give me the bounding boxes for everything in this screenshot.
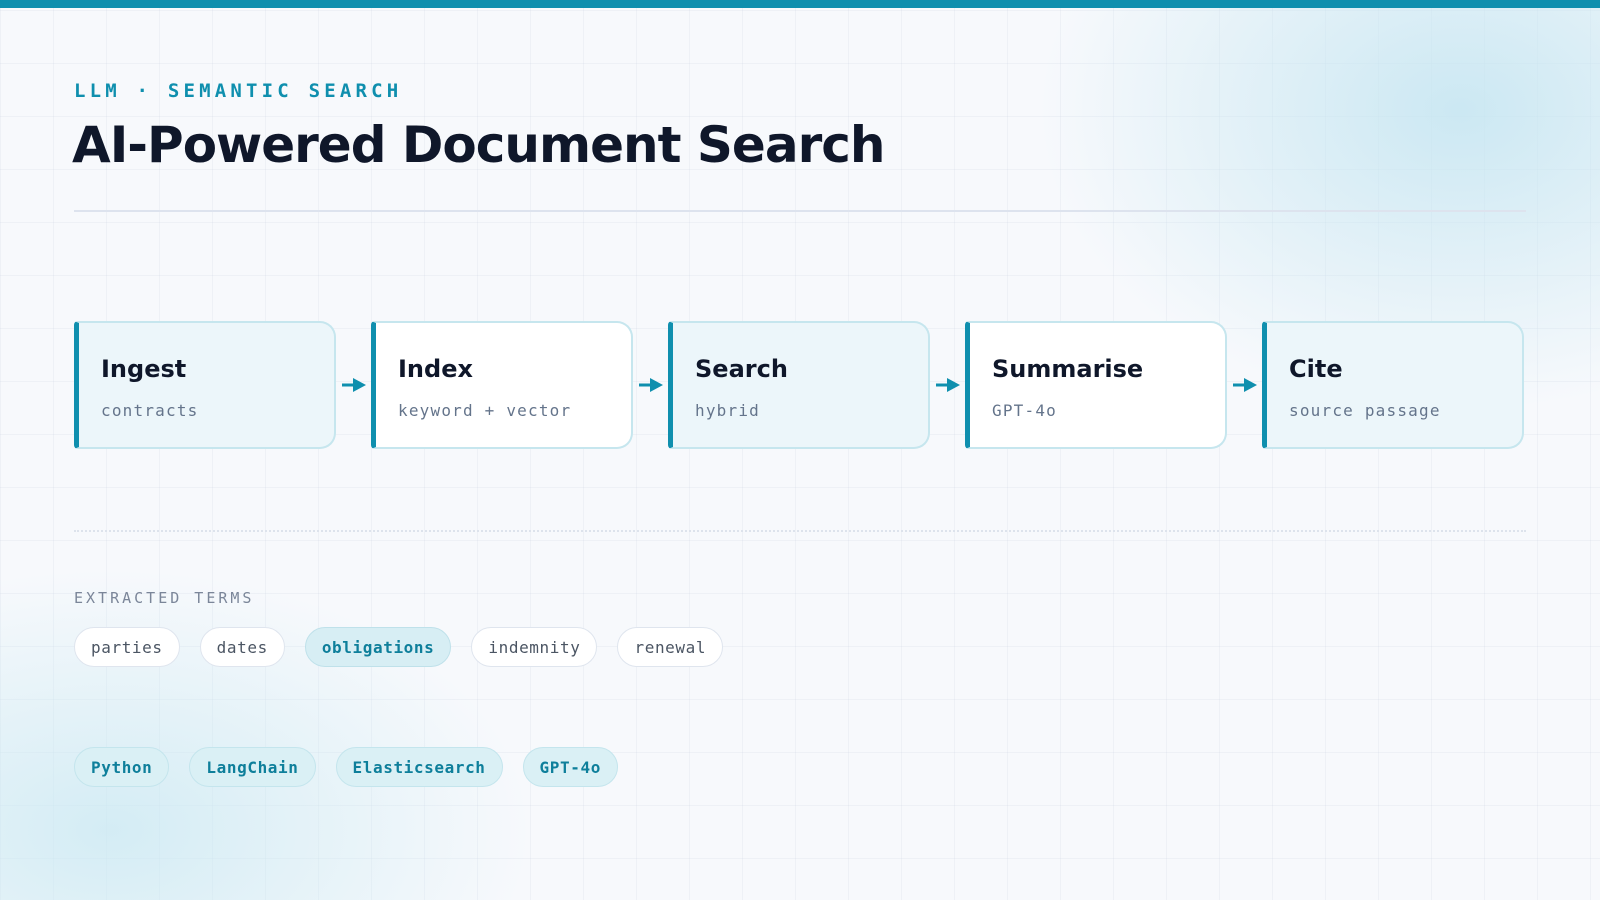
arrow-right-icon	[336, 321, 371, 449]
top-accent-bar	[0, 0, 1600, 8]
step-search: Search hybrid	[668, 321, 930, 449]
term-chip-parties[interactable]: parties	[74, 627, 180, 667]
step-subtitle: keyword + vector	[398, 401, 572, 420]
term-chip-indemnity[interactable]: indemnity	[471, 627, 598, 667]
arrow-right-icon	[930, 321, 965, 449]
step-subtitle: contracts	[101, 401, 199, 420]
tech-chip-elasticsearch: Elasticsearch	[335, 747, 503, 787]
title-divider	[74, 210, 1526, 212]
step-title: Search	[695, 355, 788, 383]
tech-chip-python: Python	[74, 747, 170, 787]
page-title: AI-Powered Document Search	[72, 116, 885, 174]
step-summarise: Summarise GPT-4o	[965, 321, 1227, 449]
step-title: Summarise	[992, 355, 1144, 383]
step-subtitle: source passage	[1289, 401, 1441, 420]
step-cite: Cite source passage	[1262, 321, 1524, 449]
term-chip-renewal[interactable]: renewal	[617, 627, 724, 667]
pipeline-flow: Ingest contracts Index keyword + vector …	[74, 320, 1526, 450]
term-chip-obligations[interactable]: obligations	[304, 627, 452, 667]
step-index: Index keyword + vector	[371, 321, 633, 449]
tech-chip-gpt-4o: GPT-4o	[522, 747, 618, 787]
tech-stack-list: Python LangChain Elasticsearch GPT-4o	[74, 747, 618, 787]
tech-chip-langchain: LangChain	[189, 747, 316, 787]
arrow-right-icon	[633, 321, 668, 449]
step-title: Ingest	[101, 355, 187, 383]
step-subtitle: GPT-4o	[992, 401, 1057, 420]
term-chip-dates[interactable]: dates	[199, 627, 285, 667]
step-title: Index	[398, 355, 473, 383]
eyebrow-label: LLM · SEMANTIC SEARCH	[74, 80, 403, 102]
step-title: Cite	[1289, 355, 1343, 383]
step-subtitle: hybrid	[695, 401, 760, 420]
arrow-right-icon	[1227, 321, 1262, 449]
step-ingest: Ingest contracts	[74, 321, 336, 449]
extracted-terms-list: parties dates obligations indemnity rene…	[74, 627, 724, 667]
extracted-terms-label: EXTRACTED TERMS	[74, 589, 255, 607]
section-divider	[74, 530, 1526, 532]
